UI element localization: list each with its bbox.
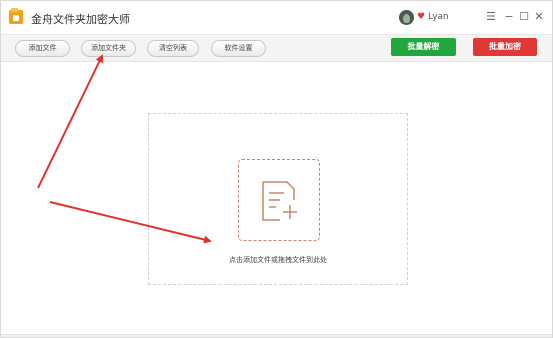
clear-list-button[interactable]: 清空列表 (147, 40, 199, 57)
toolbar: 添加文件 添加文件夹 清空列表 软件设置 批量解密 批量加密 (1, 34, 552, 62)
drop-zone[interactable]: 点击添加文件或拖拽文件到此处 (148, 113, 408, 285)
drop-hint-text: 点击添加文件或拖拽文件到此处 (229, 256, 327, 264)
vip-heart-icon: ♥ (417, 12, 426, 22)
maximize-icon[interactable]: ☐ (518, 10, 530, 24)
menu-icon[interactable]: ☰ (485, 10, 497, 24)
app-title: 金舟文件夹加密大师 (31, 13, 130, 26)
username-label[interactable]: Lyan (428, 12, 449, 22)
settings-button[interactable]: 软件设置 (211, 40, 266, 57)
app-window: 金舟文件夹加密大师 ♥ Lyan ☰ − ☐ ✕ 添加文件 添加文件夹 清空列表… (0, 0, 553, 338)
minimize-icon[interactable]: − (503, 10, 515, 24)
add-file-button[interactable]: 添加文件 (15, 40, 70, 57)
user-avatar[interactable] (399, 10, 414, 25)
batch-decrypt-button[interactable]: 批量解密 (391, 38, 456, 56)
add-folder-button[interactable]: 添加文件夹 (81, 40, 136, 57)
add-file-drop-box[interactable] (238, 159, 320, 241)
app-logo-icon (9, 8, 23, 24)
status-bar (1, 334, 552, 337)
add-document-icon (262, 181, 297, 221)
close-icon[interactable]: ✕ (533, 10, 545, 24)
batch-encrypt-button[interactable]: 批量加密 (473, 38, 537, 56)
title-bar: 金舟文件夹加密大师 ♥ Lyan ☰ − ☐ ✕ (1, 1, 552, 34)
